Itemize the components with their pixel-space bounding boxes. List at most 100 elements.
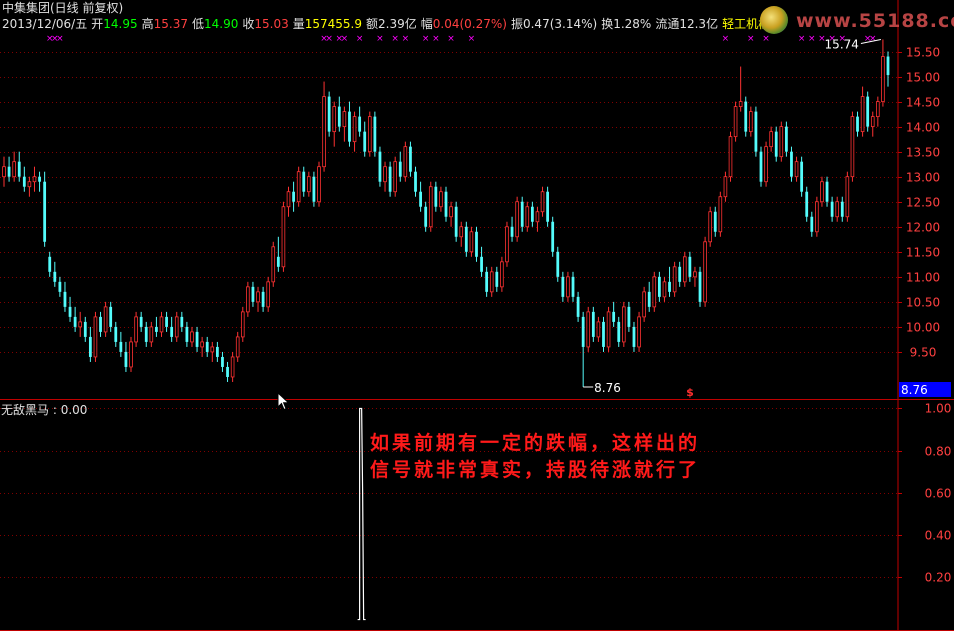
- candle-body: [612, 311, 616, 322]
- candle-body: [738, 101, 743, 108]
- candle: [434, 181, 438, 212]
- candle-body: [240, 311, 245, 338]
- candle-body: [728, 136, 733, 178]
- mouse-pointer-icon: [277, 392, 290, 411]
- signal-marker: ×: [376, 34, 384, 44]
- candle: [215, 341, 219, 362]
- annotation-line-1: 如果前期有一定的跌幅，这样出的: [370, 432, 701, 454]
- candle-body: [235, 336, 240, 358]
- candle-body: [165, 316, 168, 327]
- change-value: 0.04(0.27%): [432, 17, 507, 31]
- signal-marker: ×: [422, 34, 430, 44]
- date-value: 2013/12/06/五: [2, 17, 88, 31]
- candle-body: [769, 131, 773, 148]
- price-tick-label: 13.00: [906, 171, 940, 185]
- candle-body: [119, 341, 123, 352]
- candle-body: [754, 111, 758, 152]
- candle-body: [876, 101, 880, 118]
- candle-body: [226, 366, 229, 377]
- candle: [561, 271, 565, 302]
- candle: [815, 196, 819, 237]
- candle: [195, 326, 199, 352]
- candle-body: [419, 191, 422, 207]
- candle-body: [718, 196, 723, 233]
- candle-body: [556, 251, 560, 277]
- signal-marker: ×: [747, 34, 755, 44]
- candle-body: [485, 271, 489, 292]
- candle: [124, 341, 128, 372]
- candle: [296, 166, 301, 207]
- candle: [622, 301, 626, 347]
- float-value: 12.3亿: [679, 17, 719, 31]
- candle-body: [317, 166, 321, 203]
- candle: [576, 291, 580, 322]
- indicator-tick-label: 0.40: [925, 529, 952, 543]
- candle-body: [149, 326, 154, 343]
- candle-body: [367, 116, 372, 153]
- candle-body: [312, 176, 316, 202]
- candle-body: [348, 111, 351, 142]
- candle-body: [830, 201, 834, 217]
- candle: [612, 301, 616, 327]
- candle: [348, 101, 351, 147]
- candle-body: [230, 356, 235, 378]
- candle: [682, 251, 687, 287]
- candle: [180, 311, 184, 332]
- candle: [556, 246, 560, 282]
- candle-body: [850, 116, 855, 178]
- candle: [591, 306, 595, 342]
- candle: [53, 261, 57, 287]
- candle: [103, 301, 108, 337]
- candle: [38, 171, 41, 192]
- candle-body: [820, 181, 824, 203]
- candle: [27, 176, 32, 197]
- signal-marker: ×: [325, 34, 333, 44]
- candle-body: [327, 96, 331, 132]
- kline-chart[interactable]: ××× ×× ×× × × × × × × × × × × × × × × × × ×× 9.50 10.00 10.50…: [0, 0, 954, 631]
- candle-body: [505, 226, 509, 263]
- candle: [632, 321, 636, 352]
- candle-body: [459, 226, 464, 238]
- candle-body: [68, 306, 72, 317]
- signal-marker: ×: [432, 34, 440, 44]
- candle: [845, 171, 850, 222]
- price-tick-label: 15.50: [906, 46, 940, 60]
- candle: [2, 156, 6, 187]
- candle-body: [337, 106, 341, 127]
- candle-body: [815, 201, 819, 233]
- amount-label: 额: [366, 17, 379, 31]
- indicator-tick-label: 1.00: [925, 402, 952, 416]
- candle-body: [617, 321, 621, 342]
- candle-body: [800, 161, 804, 192]
- candle: [642, 286, 646, 322]
- candle: [668, 266, 671, 297]
- price-callouts: 15.74 8.76 $: [583, 38, 882, 399]
- candle: [200, 336, 204, 357]
- candle: [226, 361, 229, 382]
- candle-body: [195, 331, 199, 347]
- candle-body: [185, 326, 189, 342]
- indicator-tick-label: 0.80: [925, 445, 952, 459]
- candle: [327, 91, 331, 137]
- candle-body: [566, 276, 570, 298]
- candle: [63, 281, 67, 312]
- candle: [22, 166, 26, 192]
- indicator-label: 无敌黑马 : 0.00: [1, 401, 87, 418]
- candle: [373, 111, 377, 157]
- candle-body: [88, 336, 92, 357]
- price-tick-label: 10.50: [906, 296, 940, 310]
- candle: [134, 311, 138, 347]
- candle-body: [205, 341, 209, 352]
- candle-body: [561, 276, 565, 297]
- candlestick-series[interactable]: [2, 39, 890, 387]
- candle-body: [632, 326, 636, 347]
- candle-body: [58, 281, 62, 292]
- low-label: 低: [191, 17, 204, 31]
- candle-body: [454, 206, 458, 237]
- candle: [769, 126, 773, 152]
- candle: [428, 181, 433, 232]
- candle: [495, 266, 499, 292]
- signal-marker: ×: [468, 34, 476, 44]
- candle: [165, 311, 168, 332]
- candle-body: [500, 261, 504, 288]
